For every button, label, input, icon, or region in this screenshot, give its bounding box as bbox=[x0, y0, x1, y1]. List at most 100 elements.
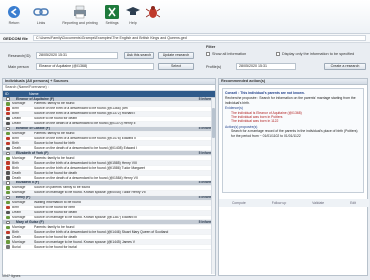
display-only-label: Display only the information to be speci… bbox=[282, 52, 355, 56]
create-research-button[interactable]: Create a research bbox=[324, 63, 366, 70]
event-description: Parents: family to be found bbox=[34, 156, 75, 160]
select-button[interactable]: Select bbox=[158, 63, 194, 70]
update-research-button[interactable]: Update research bbox=[158, 52, 194, 59]
event-type: Marriage bbox=[12, 131, 26, 136]
collapse-toggle-icon[interactable] bbox=[6, 220, 10, 225]
event-type: Birth bbox=[12, 161, 19, 165]
event-row[interactable]: Burial Source to be found for burial bbox=[3, 245, 215, 251]
research-select[interactable]: 28/05/2020 15:31 bbox=[36, 52, 118, 59]
event-description: Source on the birth of a descendant to b… bbox=[34, 106, 128, 111]
follow-up-button[interactable]: Follow up bbox=[272, 201, 287, 205]
event-type-icon bbox=[6, 240, 10, 244]
event-type-icon bbox=[6, 191, 10, 195]
settings-label: Settings bbox=[105, 21, 119, 25]
event-type-icon bbox=[6, 117, 10, 121]
links-button[interactable]: Links bbox=[30, 4, 52, 32]
reporting-label: Reporting and printing bbox=[62, 21, 98, 25]
event-type-icon bbox=[6, 146, 10, 151]
row-count-label: 1047 lignes bbox=[2, 274, 21, 278]
collapse-toggle-icon[interactable] bbox=[6, 181, 10, 185]
event-type-icon bbox=[6, 166, 10, 170]
event-type: Death bbox=[12, 176, 22, 180]
event-type: Death bbox=[12, 146, 22, 150]
event-description: Source on marriage to be found. Known sp… bbox=[34, 240, 136, 244]
event-description: Waiting information to be found bbox=[34, 200, 81, 205]
scrollbar-thumb[interactable] bbox=[212, 108, 215, 138]
event-type-icon bbox=[6, 107, 10, 111]
research-label: Research(ID) bbox=[8, 54, 31, 58]
arrow-left-icon bbox=[6, 4, 22, 20]
event-description: Source on parents' family to be found bbox=[34, 185, 91, 190]
return-button[interactable]: Return bbox=[3, 4, 25, 32]
event-type: Birth bbox=[12, 141, 19, 145]
excel-icon bbox=[104, 4, 120, 20]
event-type-icon bbox=[6, 200, 10, 205]
help-button[interactable]: Help bbox=[122, 4, 144, 32]
event-description: Source to be found for birth bbox=[34, 141, 76, 145]
person-name: Eleanor of Castile (F) bbox=[16, 126, 50, 131]
printer-icon bbox=[72, 4, 88, 20]
event-type: Death bbox=[12, 171, 22, 175]
profile-label: Profile(s) bbox=[206, 65, 222, 69]
gedcom-file-row: GEDCOM file C:\Users\Family\Documents\Gr… bbox=[0, 34, 370, 43]
event-type-icon bbox=[6, 205, 10, 210]
event-type: Death bbox=[12, 116, 22, 121]
event-type-icon bbox=[6, 245, 10, 249]
reporting-button[interactable]: Reporting and printing bbox=[60, 4, 100, 32]
compute-button[interactable]: Compute bbox=[232, 201, 246, 205]
gedcom-path-field[interactable]: C:\Users\Family\Documents\Gramps\Example… bbox=[33, 35, 366, 41]
event-description: Source on the death of a descendant to b… bbox=[34, 121, 136, 126]
edit-button[interactable]: Edit bbox=[350, 201, 356, 205]
event-description: Source on the birth of a descendant to b… bbox=[34, 166, 145, 170]
collapse-toggle-icon[interactable] bbox=[6, 97, 10, 101]
action-buttons-bar: Compute Follow up Validate Edit bbox=[219, 199, 369, 207]
event-description: Source on marriage to be found. Known sp… bbox=[34, 215, 138, 220]
event-description: Parents: family to be found bbox=[34, 225, 75, 229]
event-type-icon bbox=[6, 215, 10, 220]
event-type-icon bbox=[6, 136, 10, 141]
event-description: Source on the birth of a descendant to b… bbox=[34, 161, 137, 165]
event-type-icon bbox=[6, 230, 10, 234]
event-type-icon bbox=[6, 225, 10, 230]
event-description: Source on the death of a descendant to b… bbox=[34, 146, 137, 150]
collapse-toggle-icon[interactable] bbox=[6, 151, 10, 155]
return-label: Return bbox=[8, 21, 20, 25]
gedcom-label: GEDCOM file bbox=[3, 35, 28, 41]
show-all-label: Show all information bbox=[212, 52, 247, 56]
vertical-scrollbar[interactable] bbox=[211, 98, 215, 274]
event-description: Source to be found for death bbox=[34, 210, 77, 215]
event-type: Death bbox=[12, 121, 22, 126]
event-type: Birth bbox=[12, 106, 19, 111]
show-all-checkbox[interactable] bbox=[206, 52, 210, 56]
event-type: Marriage bbox=[12, 101, 26, 106]
collapse-toggle-icon[interactable] bbox=[6, 196, 10, 200]
event-type: Marriage bbox=[12, 185, 26, 190]
person-name: Emily (F) bbox=[16, 195, 31, 200]
event-type-icon bbox=[6, 186, 10, 190]
event-type-icon bbox=[6, 210, 10, 215]
sources-table: Eleanor of Aquitaine (F) 5 Inform Marriage… bbox=[3, 97, 215, 251]
chain-link-icon bbox=[33, 4, 49, 20]
event-type: Birth bbox=[12, 136, 19, 141]
event-type: Marriage bbox=[12, 156, 26, 160]
event-description: Source on the birth of a descendant to b… bbox=[34, 230, 169, 234]
individuals-panel: Individuals (All persons) + Sources Sear… bbox=[2, 78, 216, 276]
event-type: Marriage bbox=[12, 200, 26, 205]
proposed-search-line: Recherche proposée : Search for informat… bbox=[225, 96, 356, 105]
event-type-icon bbox=[6, 112, 10, 116]
event-description: Parents: family to be found bbox=[34, 131, 75, 136]
graduation-cap-icon bbox=[125, 4, 141, 20]
help-label: Help bbox=[129, 21, 137, 25]
main-person-label: Main person bbox=[8, 65, 29, 69]
settings-button[interactable]: Settings bbox=[101, 4, 123, 32]
event-type-icon bbox=[6, 131, 10, 136]
ask-search-button[interactable]: Ask this search bbox=[124, 52, 154, 59]
event-description: Source to be found for death bbox=[34, 171, 77, 175]
validate-button[interactable]: Validate bbox=[312, 201, 324, 205]
collapse-toggle-icon[interactable] bbox=[6, 126, 10, 131]
profile-select[interactable]: 28/05/2020 15:31 bbox=[236, 63, 296, 70]
event-type: Birth bbox=[12, 111, 19, 116]
display-only-checkbox[interactable] bbox=[276, 52, 280, 56]
bug-report-button[interactable] bbox=[142, 4, 164, 32]
main-person-field[interactable]: Eleanor of Aquitaine (@I1368) bbox=[36, 63, 154, 70]
